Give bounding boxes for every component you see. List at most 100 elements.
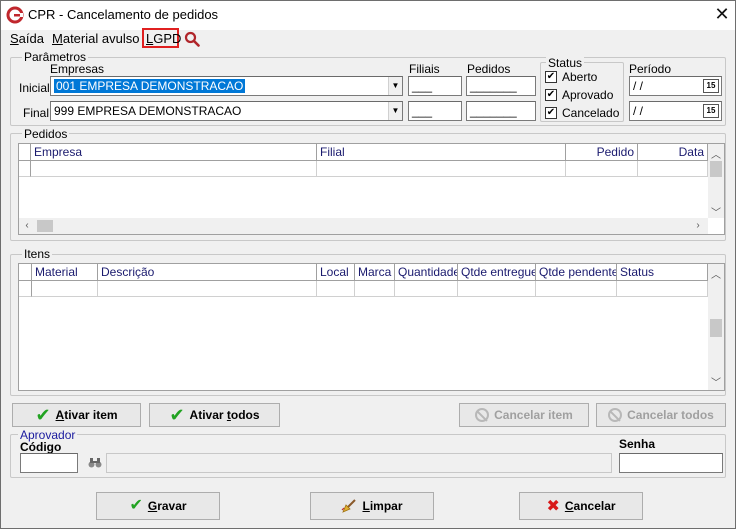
cancelar-item-button[interactable]: Cancelar item: [459, 403, 589, 427]
itens-group-label: Itens: [22, 247, 53, 261]
table-cell[interactable]: [98, 281, 317, 297]
close-icon[interactable]: ✕: [712, 4, 732, 24]
cancelar-item-label: Cancelar item: [494, 408, 573, 422]
scroll-thumb[interactable]: [37, 220, 53, 232]
horizontal-scrollbar[interactable]: ‹ ›: [19, 218, 708, 234]
filiais-label: Filiais: [409, 62, 440, 76]
empresa-final-value: 999 EMPRESA DEMONSTRACAO: [54, 104, 242, 118]
ativar-todos-button[interactable]: ✔ Ativar todos: [149, 403, 280, 427]
checkbox-aberto[interactable]: ✔: [545, 71, 557, 83]
codigo-label: Código: [20, 440, 62, 454]
col-material[interactable]: Material: [32, 264, 98, 281]
table-cell[interactable]: [458, 281, 536, 297]
cancelar-button[interactable]: ✖ Cancelar: [519, 492, 643, 520]
periodo-final-value: / /: [633, 104, 644, 118]
table-cell[interactable]: [395, 281, 458, 297]
checkbox-cancelado[interactable]: ✔: [545, 107, 557, 119]
pedidos-group-label: Pedidos: [22, 127, 70, 141]
col-local[interactable]: Local: [317, 264, 355, 281]
col-empresa[interactable]: Empresa: [31, 144, 317, 161]
scroll-up-icon[interactable]: ︿: [708, 146, 724, 161]
table-cell[interactable]: [536, 281, 617, 297]
pedido-inicial-input[interactable]: _______: [466, 76, 536, 96]
col-data[interactable]: Data: [638, 144, 708, 161]
vertical-scrollbar[interactable]: ︿ ﹀: [708, 144, 724, 219]
table-cell[interactable]: [566, 161, 638, 177]
col-marca[interactable]: Marca: [355, 264, 395, 281]
filial-final-input[interactable]: ___: [408, 101, 462, 121]
close-icon: ✖: [546, 498, 560, 515]
ativar-item-label: Ativar item: [55, 408, 118, 422]
scroll-thumb[interactable]: [710, 161, 722, 177]
col-pedido[interactable]: Pedido: [566, 144, 638, 161]
table-cell[interactable]: [317, 281, 355, 297]
periodo-inicial-value: / /: [633, 79, 644, 93]
scroll-right-icon[interactable]: ›: [692, 220, 704, 231]
menu-saida-accel: S: [10, 31, 19, 46]
final-label: Final: [23, 106, 50, 120]
empresas-label: Empresas: [50, 62, 105, 76]
menu-material-avulso[interactable]: Material avulso: [52, 30, 139, 48]
scroll-left-icon[interactable]: ‹: [21, 220, 33, 231]
menu-material-label: aterial avulso: [62, 31, 140, 46]
table-cell[interactable]: [617, 281, 708, 297]
senha-label: Senha: [619, 437, 656, 451]
filial-inicial-input[interactable]: ___: [408, 76, 462, 96]
vertical-scrollbar[interactable]: ︿ ﹀: [708, 264, 724, 390]
table-row[interactable]: [31, 161, 317, 177]
table-cell[interactable]: [317, 161, 566, 177]
check-icon: ✔: [129, 497, 143, 514]
table-cell[interactable]: [638, 161, 708, 177]
chevron-down-icon[interactable]: ▼: [388, 102, 402, 120]
app-logo-icon: [6, 6, 24, 24]
cancelar-todos-button[interactable]: Cancelar todos: [596, 403, 726, 427]
row-indicator: [19, 281, 32, 297]
empresa-final-combo[interactable]: 999 EMPRESA DEMONSTRACAO ▼: [50, 101, 403, 121]
menu-lgpd-label: GPD: [153, 31, 182, 46]
pedido-final-input[interactable]: _______: [466, 101, 536, 121]
periodo-final-input[interactable]: / / 15: [629, 101, 722, 121]
chevron-down-icon[interactable]: ▼: [388, 77, 402, 95]
ativar-item-button[interactable]: ✔ Ativar item: [12, 403, 141, 427]
col-descricao[interactable]: Descrição: [98, 264, 317, 281]
scroll-down-icon[interactable]: ﹀: [708, 374, 724, 389]
checkbox-aprovado[interactable]: ✔: [545, 89, 557, 101]
menu-saida[interactable]: Saída: [10, 30, 44, 48]
table-row[interactable]: [32, 281, 98, 297]
ban-icon: [608, 408, 623, 422]
col-qtde-pendente[interactable]: Qtde pendente: [536, 264, 617, 281]
menu-saida-label: aída: [18, 31, 44, 46]
check-icon: ✔: [35, 405, 51, 425]
col-qtde-entregue[interactable]: Qtde entregue: [458, 264, 536, 281]
search-icon[interactable]: [184, 31, 200, 47]
status-label: Status: [546, 56, 585, 70]
codigo-input[interactable]: [20, 453, 78, 473]
scroll-down-icon[interactable]: ﹀: [708, 204, 724, 219]
scroll-thumb[interactable]: [710, 319, 722, 337]
cancelado-label: Cancelado: [562, 106, 620, 120]
gravar-button[interactable]: ✔ Gravar: [96, 492, 220, 520]
menu-lgpd[interactable]: LGPD: [146, 30, 181, 48]
col-quantidade[interactable]: Quantidade: [395, 264, 458, 281]
itens-grid[interactable]: Material Descrição Local Marca Quantidad…: [18, 263, 725, 391]
aberto-label: Aberto: [562, 70, 598, 84]
empresa-inicial-combo[interactable]: 001 EMPRESA DEMONSTRACAO ▼: [50, 76, 403, 96]
pedidos-grid[interactable]: Empresa Filial Pedido Data ︿ ﹀ ‹ ›: [18, 143, 725, 235]
col-filial[interactable]: Filial: [317, 144, 566, 161]
table-cell[interactable]: [355, 281, 395, 297]
aprovado-label: Aprovado: [562, 88, 614, 102]
binoculars-icon[interactable]: [88, 458, 102, 468]
window-title: CPR - Cancelamento de pedidos: [28, 7, 219, 22]
ban-icon: [475, 408, 490, 422]
gravar-label: Gravar: [147, 499, 187, 513]
calendar-icon[interactable]: 15: [703, 79, 719, 93]
col-status[interactable]: Status: [617, 264, 708, 281]
menu-material-accel: M: [52, 31, 63, 46]
scroll-up-icon[interactable]: ︿: [708, 266, 724, 281]
limpar-button[interactable]: Limpar: [310, 492, 434, 520]
periodo-inicial-input[interactable]: / / 15: [629, 76, 722, 96]
inicial-label: Inicial: [19, 81, 50, 95]
senha-input[interactable]: [619, 453, 723, 473]
broom-icon: [342, 499, 357, 513]
calendar-icon[interactable]: 15: [703, 104, 719, 118]
